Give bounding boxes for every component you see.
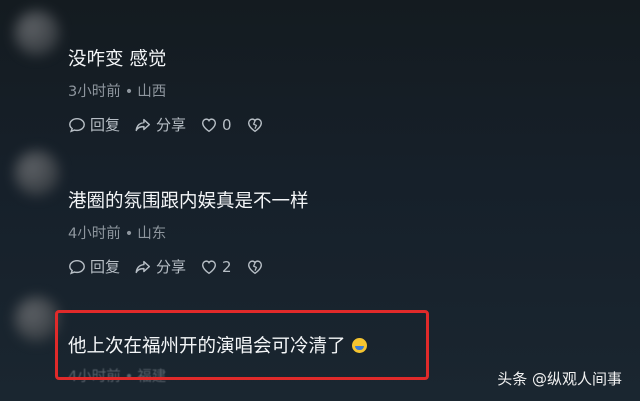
comment-actions: 回复 分享 0 (68, 114, 628, 135)
dislike-button[interactable] (246, 258, 264, 276)
share-label: 分享 (156, 116, 187, 134)
reply-button[interactable]: 回复 (68, 256, 120, 277)
like-button[interactable]: 0 (200, 116, 232, 134)
comment-location: 山东 (137, 226, 167, 242)
comment-meta: 3小时前 • 山西 (68, 82, 628, 102)
highlight-box (55, 310, 429, 380)
comment-actions: 回复 分享 2 (68, 256, 628, 277)
reply-button[interactable]: 回复 (68, 114, 120, 135)
reply-label: 回复 (90, 116, 121, 134)
heart-icon (202, 117, 217, 132)
comment-item: 港圈的氛围跟内娱真是不一样 4小时前 • 山东 回复 分享 2 (68, 190, 628, 277)
comment-item: 没咋变 感觉 3小时前 • 山西 回复 分享 0 (68, 48, 628, 135)
like-count: 0 (222, 115, 232, 134)
avatar[interactable] (14, 150, 60, 196)
meta-separator: • (124, 84, 134, 100)
share-icon (135, 260, 151, 273)
reply-label: 回复 (90, 258, 121, 276)
share-label: 分享 (156, 258, 187, 276)
reply-icon (69, 259, 85, 275)
comment-meta: 4小时前 • 山东 (68, 224, 628, 244)
watermark: 头条 @纵观人间事 (497, 370, 622, 388)
share-button[interactable]: 分享 (134, 256, 186, 277)
avatar[interactable] (14, 296, 60, 342)
broken-heart-icon (247, 117, 262, 132)
comment-time: 3小时前 (68, 84, 121, 100)
reply-icon (69, 117, 85, 133)
like-button[interactable]: 2 (200, 258, 232, 276)
like-count: 2 (222, 257, 232, 276)
heart-icon (202, 259, 217, 274)
avatar[interactable] (14, 10, 60, 56)
comment-time: 4小时前 (68, 226, 121, 242)
comment-location: 山西 (137, 84, 167, 100)
meta-separator: • (124, 226, 134, 242)
share-icon (135, 118, 151, 131)
dislike-button[interactable] (246, 116, 264, 134)
comment-text: 港圈的氛围跟内娱真是不一样 (68, 191, 309, 212)
share-button[interactable]: 分享 (134, 114, 186, 135)
comment-text: 没咋变 感觉 (68, 49, 167, 70)
broken-heart-icon (247, 259, 262, 274)
